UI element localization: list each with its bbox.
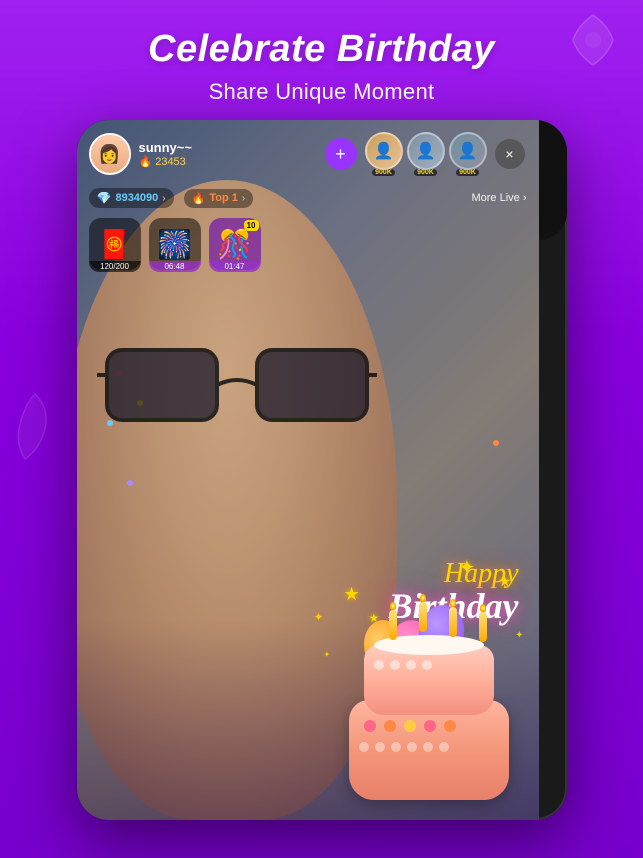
viewer-avatar-3: 👤 <box>449 132 487 170</box>
gift-emoji-1: 🧧 <box>97 228 132 261</box>
more-live-button[interactable]: More Live › <box>471 192 526 204</box>
close-icon: × <box>505 146 513 162</box>
gift-box-1: 🧧 120/200 <box>89 218 141 270</box>
add-follow-button[interactable]: + <box>325 138 357 170</box>
gold-star-3: ★ <box>369 611 380 625</box>
viewer-badge-1: 900K <box>372 169 395 176</box>
viewer-count-row: 🔥 23453 <box>139 155 317 168</box>
gift-emoji-2: 🎆 <box>157 228 192 261</box>
diamond-chevron: › <box>162 193 165 204</box>
viewer-badge-3: 900K <box>456 169 479 176</box>
tablet-side-bar <box>539 120 567 240</box>
streamer-name: sunny~~ <box>139 140 317 155</box>
top-rank-label: Top 1 <box>209 192 238 204</box>
stream-content: Happy Birthday <box>77 120 539 820</box>
candle-3 <box>449 607 457 637</box>
more-live-chevron: › <box>523 192 527 204</box>
diamond-count: 8934090 <box>115 192 158 204</box>
deco-left <box>10 389 60 469</box>
streamer-info: sunny~~ 🔥 23453 <box>139 140 317 168</box>
viewer-item-2[interactable]: 👤 900K <box>407 132 445 176</box>
cake-area: ★ ★ ★ ✦ <box>329 600 529 800</box>
sparkle-2: ✦ <box>515 630 523 641</box>
candle-4 <box>479 612 487 642</box>
fire-icon: 🔥 <box>139 155 153 168</box>
birthday-overlay: Happy Birthday <box>309 540 529 800</box>
top-rank-badge[interactable]: 🔥 Top 1 › <box>184 189 254 208</box>
sparkle-1: ✦ <box>314 610 324 624</box>
flame-3 <box>450 599 456 607</box>
avatar-image: 👩 <box>91 135 129 173</box>
viewer-count-number: 23453 <box>155 156 186 168</box>
flame-1 <box>390 602 396 610</box>
gift-count-1: 120/200 <box>89 261 141 272</box>
gift-timer-3: 01:47 <box>209 261 261 272</box>
viewer-person-1: 👤 <box>367 134 401 168</box>
sub-title: Share Unique Moment <box>0 79 643 105</box>
gift-emoji-3: 🎊 <box>217 228 252 261</box>
gifts-row: 🧧 120/200 🎆 06:48 🎊 10 01:47 <box>77 212 539 276</box>
gold-star-1: ★ <box>344 584 360 605</box>
diamond-badge[interactable]: 💎 8934090 › <box>89 188 174 208</box>
top-bar: 👩 sunny~~ 🔥 23453 + <box>77 120 539 184</box>
close-button[interactable]: × <box>495 139 525 169</box>
gift-level-badge: 10 <box>244 220 259 231</box>
gift-item-3[interactable]: 🎊 10 01:47 <box>209 218 261 270</box>
viewer-person-2: 👤 <box>409 134 443 168</box>
gift-item-1[interactable]: 🧧 120/200 <box>89 218 141 270</box>
viewer-badge-2: 900K <box>414 169 437 176</box>
streamer-avatar[interactable]: 👩 <box>89 133 131 175</box>
gold-star-4: ✦ <box>459 555 476 580</box>
more-live-label: More Live <box>471 192 519 204</box>
gift-item-2[interactable]: 🎆 06:48 <box>149 218 201 270</box>
viewer-person-3: 👤 <box>451 134 485 168</box>
gift-box-2: 🎆 06:48 <box>149 218 201 270</box>
candle-2 <box>419 602 427 632</box>
viewer-item-1[interactable]: 👤 900K <box>365 132 403 176</box>
gold-star-2: ★ <box>499 573 512 590</box>
top-rank-chevron: › <box>242 193 245 204</box>
gift-box-3: 🎊 10 01:47 <box>209 218 261 270</box>
add-icon: + <box>335 144 346 165</box>
stats-row: 💎 8934090 › 🔥 Top 1 › More Live › <box>77 184 539 212</box>
viewer-avatar-1: 👤 <box>365 132 403 170</box>
flame-2 <box>420 594 426 602</box>
viewer-item-3[interactable]: 👤 900K <box>449 132 487 176</box>
candle-1 <box>389 610 397 640</box>
main-title: Celebrate Birthday <box>0 28 643 71</box>
viewer-avatars-row: 👤 900K 👤 900K 👤 900K <box>365 132 487 176</box>
gift-timer-2: 06:48 <box>149 261 201 272</box>
diamond-icon: 💎 <box>97 191 112 205</box>
fire-rank-icon: 🔥 <box>192 192 206 205</box>
flame-4 <box>480 604 486 612</box>
sparkle-3: ✦ <box>324 650 331 659</box>
viewer-avatar-2: 👤 <box>407 132 445 170</box>
header-section: Celebrate Birthday Share Unique Moment <box>0 0 643 123</box>
cake-top <box>364 645 494 715</box>
tablet-device: Happy Birthday <box>77 120 567 820</box>
cake-base <box>349 700 509 800</box>
